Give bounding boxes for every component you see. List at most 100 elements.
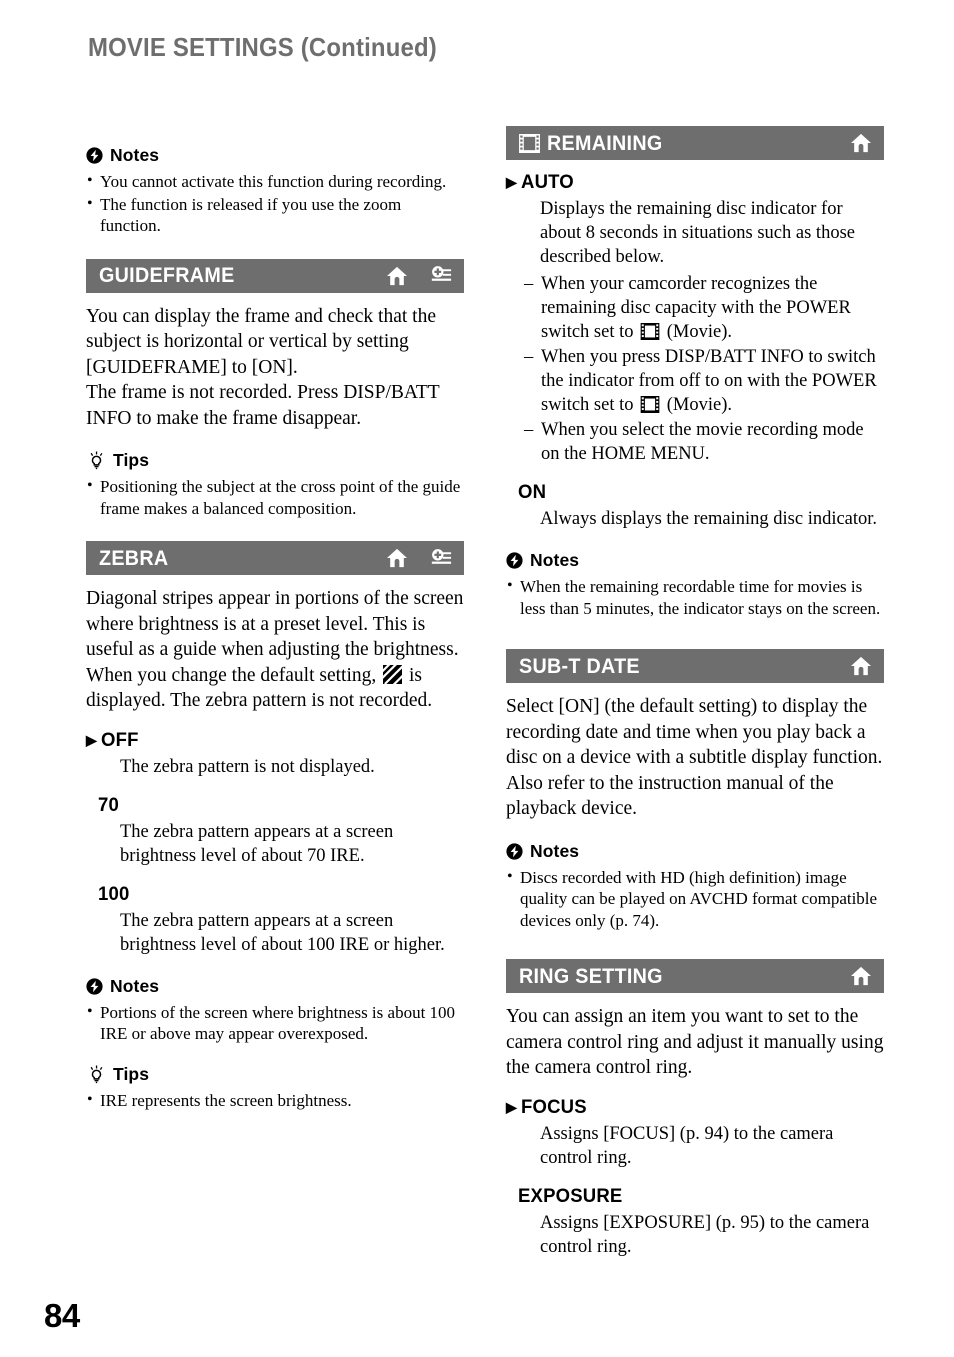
zebra-intro: Diagonal stripes appear in portions of t… (86, 586, 464, 714)
section-title: SUB-T DATE (519, 654, 640, 678)
notes-block-zebra: Notes Portions of the screen where brigh… (86, 976, 464, 1045)
tips-block-zebra: Tips IRE represents the screen brightnes… (86, 1064, 464, 1112)
option-off: ▶ OFF The zebra pattern is not displayed… (86, 729, 464, 779)
section-title: GUIDEFRAME (99, 264, 235, 287)
option-heading: ▶ OFF (86, 729, 464, 752)
tips-label: Tips (113, 1063, 150, 1084)
list-item: IRE represents the screen brightness. (86, 1089, 464, 1112)
list-item: When you select the movie recording mode… (524, 418, 884, 466)
list-item: When you press DISP/BATT INFO to switch … (524, 345, 884, 417)
list-item: Discs recorded with HD (high definition)… (506, 866, 884, 932)
notes-heading: Notes (506, 841, 884, 862)
section-title: ZEBRA (99, 546, 169, 570)
option-exposure: EXPOSURE Assigns [EXPOSURE] (p. 95) to t… (506, 1185, 884, 1259)
option-heading: 100 (98, 883, 464, 906)
option-heading: 70 (98, 794, 464, 817)
tips-block-guideframe: Tips Positioning the subject at the cros… (86, 450, 464, 519)
option-heading: ▶ AUTO (506, 171, 884, 194)
film-icon (519, 133, 540, 153)
home-icon (851, 656, 871, 676)
option-description: The zebra pattern is not displayed. (120, 756, 375, 777)
notes-list: Discs recorded with HD (high definition)… (506, 866, 884, 932)
home-icon (387, 266, 407, 285)
option-description: Assigns [FOCUS] (p. 94) to the camera co… (540, 1123, 834, 1168)
option-heading: ON (518, 481, 884, 504)
tips-label: Tips (113, 450, 150, 470)
option-focus: ▶ FOCUS Assigns [FOCUS] (p. 94) to the c… (506, 1096, 884, 1170)
film-icon (640, 323, 660, 340)
option-label: OFF (100, 728, 139, 751)
notes-heading: Notes (506, 550, 884, 571)
option-description: Always displays the remaining disc indic… (540, 509, 878, 529)
page-title: MOVIE SETTINGS (Continued) (88, 32, 437, 62)
notes-list: When the remaining recordable time for m… (506, 575, 884, 619)
guideframe-paragraph-1: You can display the frame and check that… (86, 305, 436, 378)
home-icon (387, 548, 407, 568)
list-item: When the remaining recordable time for m… (506, 575, 884, 619)
option-label: ON (518, 481, 547, 503)
options-icon (431, 266, 452, 281)
film-icon (640, 396, 660, 413)
sub-item-text-after: (Movie). (666, 322, 732, 342)
option-heading: ▶ FOCUS (506, 1096, 884, 1119)
section-header-ring-setting: RING SETTING (506, 959, 884, 993)
section-header-zebra: ZEBRA (86, 541, 464, 575)
section-header-sub-t-date: SUB-T DATE (506, 649, 884, 683)
option-label: FOCUS (520, 1095, 587, 1118)
notes-label: Notes (110, 975, 160, 996)
list-item: Positioning the subject at the cross poi… (86, 475, 464, 519)
notes-list: Portions of the screen where brightness … (86, 1001, 464, 1045)
section-title: REMAINING (547, 131, 663, 155)
notes-block-remaining: Notes When the remaining recordable time… (506, 550, 884, 619)
notes-label: Notes (530, 840, 580, 861)
right-column: REMAINING ▶ AUTO Displays the remaining … (506, 126, 884, 1259)
section-icons (850, 656, 872, 676)
default-marker-icon: ▶ (506, 1098, 517, 1115)
option-description: Assigns [EXPOSURE] (p. 95) to the camera… (540, 1212, 870, 1257)
list-item: When your camcorder recognizes the remai… (524, 272, 884, 344)
section-icons (850, 966, 872, 986)
option-label: AUTO (520, 171, 574, 193)
section-title: RING SETTING (519, 964, 663, 988)
default-marker-icon: ▶ (86, 731, 97, 748)
guideframe-paragraph-2: The frame is not recorded. Press DISP/BA… (86, 382, 440, 429)
option-on: ON Always displays the remaining disc in… (506, 481, 884, 531)
section-header-remaining: REMAINING (506, 126, 884, 160)
notes-icon (506, 842, 523, 860)
notes-heading: Notes (86, 976, 464, 997)
notes-label: Notes (530, 550, 580, 570)
lightbulb-icon (90, 451, 103, 470)
notes-label: Notes (110, 145, 160, 165)
tips-list: Positioning the subject at the cross poi… (86, 475, 464, 519)
list-item: The function is released if you use the … (86, 193, 464, 237)
zebra-pattern-icon (383, 664, 403, 684)
section-icons (386, 548, 452, 569)
option-auto: ▶ AUTO Displays the remaining disc indic… (506, 171, 884, 466)
option-description: The zebra pattern appears at a screen br… (120, 910, 445, 955)
section-icons (386, 265, 452, 286)
notes-heading: Notes (86, 145, 464, 166)
notes-icon (86, 977, 103, 995)
home-icon (851, 966, 871, 986)
tips-list: IRE represents the screen brightness. (86, 1089, 464, 1112)
tips-heading: Tips (86, 450, 464, 471)
page-number: 84 (44, 1297, 80, 1334)
notes-list: You cannot activate this function during… (86, 170, 464, 237)
list-item: You cannot activate this function during… (86, 170, 464, 193)
options-icon (431, 548, 452, 564)
option-heading: EXPOSURE (518, 1185, 884, 1208)
section-header-guideframe: GUIDEFRAME (86, 258, 464, 293)
option-description: The zebra pattern appears at a screen br… (120, 821, 394, 866)
notes-icon (86, 147, 103, 164)
notes-icon (506, 552, 523, 569)
section-icons (850, 133, 872, 153)
default-marker-icon: ▶ (506, 174, 517, 190)
ring-setting-paragraph: You can assign an item you want to set t… (506, 1006, 884, 1078)
option-label: 70 (98, 793, 119, 816)
list-item: Portions of the screen where brightness … (86, 1001, 464, 1045)
option-label: EXPOSURE (518, 1184, 623, 1207)
sub-item-text-after: (Movie). (666, 395, 732, 415)
home-icon (851, 133, 871, 153)
option-100: 100 The zebra pattern appears at a scree… (86, 883, 464, 957)
option-label: 100 (98, 882, 130, 905)
